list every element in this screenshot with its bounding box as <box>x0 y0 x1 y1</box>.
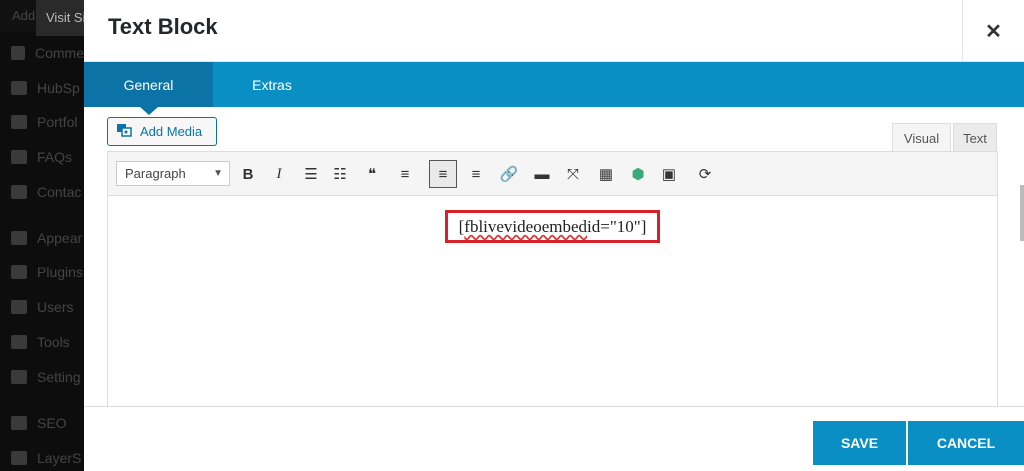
tab-general-label: General <box>123 76 174 93</box>
wp-menu-item: Plugins <box>0 258 84 286</box>
shortcode-generator-button[interactable]: ⬢ <box>624 160 652 188</box>
wp-menu-item: Tools <box>0 328 84 356</box>
chevron-down-icon: ▼ <box>213 168 223 179</box>
numbered-list-button[interactable]: ☷ <box>326 160 354 188</box>
scrollbar[interactable] <box>1020 185 1024 241</box>
shortcode-generator-icon: ⬢ <box>631 166 645 183</box>
tab-visual[interactable]: Visual <box>892 123 951 152</box>
read-more-icon: ▬ <box>534 165 550 183</box>
hubspot-icon <box>11 81 27 95</box>
insert-gallery-button[interactable]: ▣ <box>655 160 683 188</box>
save-button[interactable]: SAVE <box>813 421 906 465</box>
wp-menu-item: HubSp <box>0 74 84 102</box>
comments-icon <box>11 46 25 60</box>
align-center-button[interactable]: ≡ <box>429 160 457 188</box>
wp-menu-item-label: Comme <box>34 45 84 61</box>
add-media-button[interactable]: Add Media <box>107 117 217 146</box>
numbered-list-icon: ☷ <box>333 166 347 183</box>
wp-menu-item-label: Contac <box>37 184 82 200</box>
refresh-icon: ⟳ <box>698 166 712 183</box>
text-block-modal: Text Block ✕ General Extras Add Media Vi… <box>84 0 1024 471</box>
tab-extras[interactable]: Extras <box>213 62 331 107</box>
wp-menu-item-label: Setting <box>37 369 81 385</box>
wysiwyg-editor: Paragraph ▼ B I ☰ ☷ ❝ ≡ ≡ ≡ 🔗 ▬ ⤧ ▦ ⬢ ▣ ⟳ [fblivevideo… <box>107 151 998 406</box>
tab-extras-label: Extras <box>252 76 292 93</box>
modal-header: Text Block ✕ <box>84 0 1024 62</box>
cancel-button[interactable]: CANCEL <box>908 421 1024 465</box>
wp-menu-item-label: Tools <box>37 334 70 350</box>
yoast-icon <box>11 416 27 430</box>
modal-title: Text Block <box>108 14 218 39</box>
fullscreen-icon: ⤧ <box>566 165 579 183</box>
wp-menu-item-label: Users <box>37 299 74 315</box>
insert-link-icon: 🔗 <box>499 166 519 183</box>
wp-admin-sidebar: Add Visit Si Comme HubSp Portfol FAQs Contac… <box>0 0 84 471</box>
align-left-icon: ≡ <box>400 165 410 183</box>
insert-gallery-icon: ▣ <box>661 166 677 183</box>
wp-menu-item-label: Appear <box>37 230 83 246</box>
pin-icon <box>11 115 27 129</box>
editor-content[interactable]: [fblivevideoembed id="10"] <box>108 196 997 406</box>
user-icon <box>11 300 27 314</box>
shortcode-highlight[interactable]: [fblivevideoembed id="10"] <box>445 210 660 243</box>
format-select-value: Paragraph <box>125 166 186 181</box>
italic-icon: I <box>276 165 282 182</box>
refresh-button[interactable]: ⟳ <box>691 160 719 188</box>
format-select[interactable]: Paragraph ▼ <box>116 161 230 186</box>
bullet-list-icon: ☰ <box>304 166 318 183</box>
blockquote-icon: ❝ <box>367 166 377 183</box>
admin-bar-add: Add <box>12 8 36 23</box>
align-right-icon: ≡ <box>471 165 481 183</box>
tab-bar: General Extras <box>84 62 1024 115</box>
tab-text[interactable]: Text <box>953 123 997 152</box>
editor-toolbar: Paragraph ▼ B I ☰ ☷ ❝ ≡ ≡ ≡ 🔗 ▬ ⤧ ▦ ⬢ ▣ ⟳ <box>108 152 997 196</box>
wp-menu-item-label: HubSp <box>37 80 80 96</box>
toolbar-toggle-icon: ▦ <box>598 166 614 183</box>
wp-menu-item-label: Portfol <box>37 114 78 130</box>
wp-menu-item: Appear <box>0 224 84 252</box>
plugin-icon <box>11 265 27 279</box>
settings-icon <box>11 370 27 384</box>
mail-icon <box>11 185 27 199</box>
bullet-list-button[interactable]: ☰ <box>297 160 325 188</box>
wp-menu-item-label: Plugins <box>37 264 83 280</box>
align-left-button[interactable]: ≡ <box>391 160 419 188</box>
layers-icon <box>11 451 27 465</box>
brush-icon <box>11 231 27 245</box>
close-icon: ✕ <box>985 20 1002 43</box>
wp-menu-item: Users <box>0 293 84 321</box>
wp-menu-item: LayerS <box>0 444 84 471</box>
italic-button[interactable]: I <box>265 160 293 188</box>
tab-general[interactable]: General <box>84 62 213 115</box>
toolbar-toggle-button[interactable]: ▦ <box>592 160 620 188</box>
wp-menu-item: Comme <box>0 39 84 67</box>
blockquote-button[interactable]: ❝ <box>358 160 386 188</box>
modal-footer: SAVE CANCEL <box>84 406 1024 471</box>
media-icon <box>116 122 132 141</box>
bold-button[interactable]: B <box>234 160 262 188</box>
align-center-icon: ≡ <box>438 165 448 183</box>
fullscreen-button[interactable]: ⤧ <box>559 160 587 188</box>
visit-site-link: Visit Si <box>36 0 84 36</box>
shortcode-name: fblivevideoembed <box>464 216 588 236</box>
wp-menu-item: FAQs <box>0 143 84 171</box>
wp-menu-item: Contac <box>0 178 84 206</box>
wp-menu-item: Setting <box>0 363 84 391</box>
shortcode-attributes: id="10"] <box>587 216 647 236</box>
wp-menu-item-label: SEO <box>37 415 67 431</box>
wp-menu-item-label: FAQs <box>37 149 73 165</box>
add-media-label: Add Media <box>140 124 203 139</box>
insert-link-button[interactable]: 🔗 <box>495 160 523 188</box>
bold-icon: B <box>242 165 254 183</box>
wp-menu-item-label: LayerS <box>37 450 82 466</box>
pin-icon <box>11 150 27 164</box>
wp-menu-item: Portfol <box>0 108 84 136</box>
close-button[interactable]: ✕ <box>962 0 1024 62</box>
read-more-button[interactable]: ▬ <box>528 160 556 188</box>
wrench-icon <box>11 335 27 349</box>
wp-menu-item: SEO <box>0 409 84 437</box>
align-right-button[interactable]: ≡ <box>462 160 490 188</box>
active-tab-indicator <box>140 107 158 115</box>
